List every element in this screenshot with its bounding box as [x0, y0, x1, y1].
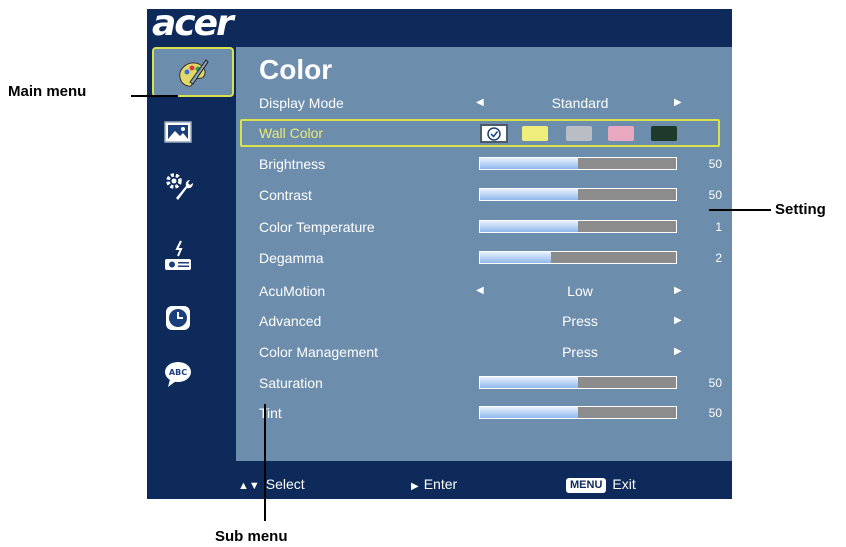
display-mode-value[interactable]: Standard: [520, 92, 640, 114]
color-management-right-arrow-icon[interactable]: ▶: [674, 341, 682, 363]
brightness-value: 50: [708, 157, 722, 171]
saturation-value: 50: [708, 376, 722, 390]
contrast-label[interactable]: Contrast: [259, 184, 312, 206]
degamma-label[interactable]: Degamma: [259, 247, 324, 269]
enter-label: Enter: [423, 476, 458, 492]
callout-setting-line: [709, 209, 771, 211]
callout-sub-menu-line: [264, 404, 266, 521]
advanced-label[interactable]: Advanced: [259, 310, 321, 332]
contrast-value: 50: [708, 188, 722, 202]
degamma-slider[interactable]: [479, 251, 677, 264]
footer-enter-hint: ▶ Enter: [411, 472, 457, 496]
callout-setting: Setting: [775, 201, 826, 218]
settings-icon: [166, 173, 193, 200]
acumotion-left-arrow-icon[interactable]: ◀: [476, 280, 484, 302]
tint-value: 50: [708, 406, 722, 420]
acer-logo: acer: [152, 3, 234, 44]
callout-sub-menu: Sub menu: [215, 528, 288, 545]
saturation-label[interactable]: Saturation: [259, 372, 323, 394]
language-icon: ABC: [165, 362, 191, 387]
select-label: Select: [265, 476, 305, 492]
display-mode-left-arrow-icon[interactable]: ◀: [476, 92, 484, 114]
tint-label[interactable]: Tint: [259, 402, 282, 424]
main-menu-image-tab[interactable]: [158, 112, 198, 152]
main-menu-management-tab[interactable]: [158, 236, 198, 276]
color-management-label[interactable]: Color Management: [259, 341, 378, 363]
brightness-slider[interactable]: [479, 157, 677, 170]
main-menu-timer-tab[interactable]: [158, 298, 198, 338]
color-temperature-slider[interactable]: [479, 220, 677, 233]
display-mode-label[interactable]: Display Mode: [259, 92, 344, 114]
color-palette-icon: [179, 59, 209, 87]
acumotion-label[interactable]: AcuMotion: [259, 280, 325, 302]
color-temperature-label[interactable]: Color Temperature: [259, 216, 375, 238]
acumotion-value[interactable]: Low: [520, 280, 640, 302]
menu-title: Color: [259, 54, 333, 85]
wall-color-label[interactable]: Wall Color: [259, 122, 323, 144]
color-temperature-value: 1: [715, 220, 722, 234]
callout-main-menu: Main menu: [8, 83, 87, 100]
advanced-right-arrow-icon[interactable]: ▶: [674, 310, 682, 332]
callout-main-menu-line: [131, 95, 178, 97]
wall-color-swatch-pink[interactable]: [608, 126, 634, 141]
check-icon: [487, 126, 501, 141]
exit-label: Exit: [612, 476, 636, 492]
right-arrow-icon: ▶: [411, 481, 419, 492]
acumotion-right-arrow-icon[interactable]: ▶: [674, 280, 682, 302]
main-menu-settings-tab[interactable]: [158, 166, 198, 206]
wall-color-swatch-gray[interactable]: [566, 126, 592, 141]
wall-color-swatch-dark-green[interactable]: [651, 126, 677, 141]
display-mode-right-arrow-icon[interactable]: ▶: [674, 92, 682, 114]
main-menu-language-tab[interactable]: ABC: [158, 354, 198, 394]
clock-icon: [166, 306, 190, 330]
brightness-label[interactable]: Brightness: [259, 153, 325, 175]
svg-text:ABC: ABC: [169, 368, 187, 377]
footer-exit-hint: MENU Exit: [566, 472, 636, 496]
color-management-value[interactable]: Press: [520, 341, 640, 363]
footer-select-hint: ▲▼ Select: [238, 472, 305, 496]
advanced-value[interactable]: Press: [520, 310, 640, 332]
menu-key-icon: MENU: [566, 477, 607, 493]
image-icon: [164, 121, 192, 143]
tint-slider[interactable]: [479, 406, 677, 419]
wall-color-swatch-none[interactable]: [480, 124, 508, 143]
contrast-slider[interactable]: [479, 188, 677, 201]
degamma-value: 2: [715, 251, 722, 265]
up-down-arrow-icon: ▲▼: [238, 480, 260, 492]
projector-icon: [165, 240, 191, 270]
main-menu-color-tab[interactable]: [152, 47, 234, 97]
wall-color-swatch-yellow[interactable]: [522, 126, 548, 141]
saturation-slider[interactable]: [479, 376, 677, 389]
